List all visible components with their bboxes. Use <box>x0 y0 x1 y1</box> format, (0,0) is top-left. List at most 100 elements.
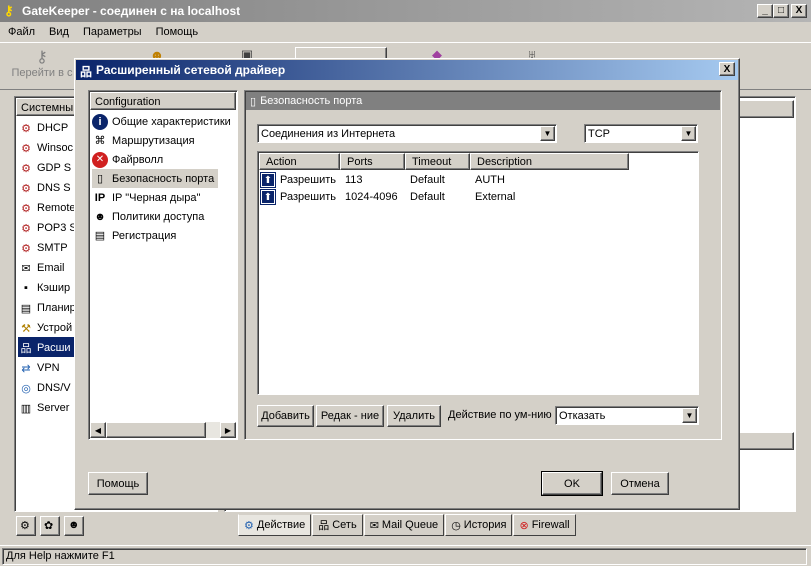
section-title: ▯ Безопасность порта <box>246 92 720 110</box>
pop3-icon: ⚙ <box>21 222 31 235</box>
column-header-ports[interactable]: Ports <box>340 153 405 170</box>
maximize-button[interactable]: □ <box>773 4 789 18</box>
key-icon: ⚷ <box>36 49 48 66</box>
config-tree-header[interactable]: Configuration <box>90 92 236 110</box>
help-button[interactable]: Помощь <box>88 472 148 495</box>
row-action: Разрешить <box>280 173 336 186</box>
envelope-icon: ✉ <box>21 262 31 275</box>
network-icon: ✿ <box>44 520 54 532</box>
network-icon: 品 <box>20 343 32 355</box>
devices-icon: ⚒ <box>21 322 31 335</box>
row-ports: 113 <box>345 173 363 186</box>
left-tab-network[interactable]: ✿ <box>40 516 60 536</box>
left-item-smtp[interactable]: ⚙ SMTP <box>18 238 68 258</box>
tab-action[interactable]: ⚙ Действие <box>238 514 312 536</box>
close-button[interactable]: X <box>791 4 807 18</box>
left-item-devices[interactable]: ⚒ Устрой <box>18 318 72 338</box>
column-header-description[interactable]: Description <box>470 153 629 170</box>
left-item-gdp[interactable]: ⚙ GDP S <box>18 158 71 178</box>
ip-icon: IP <box>94 191 106 204</box>
protocol-select[interactable]: TCP ▼ <box>584 124 698 143</box>
tab-network[interactable]: 品 Сеть <box>312 514 363 536</box>
firewall-icon: ⊗ <box>519 519 529 532</box>
dropdown-arrow-icon[interactable]: ▼ <box>681 126 696 141</box>
main-window-title: ⚷ GateKeeper - соединен с на localhost <box>0 0 811 22</box>
vpn-icon: ⇄ <box>21 362 31 375</box>
table-row[interactable]: ⬆ Разрешить 113 Default AUTH <box>259 171 697 188</box>
arrow-up-icon: ⬆ <box>260 188 276 205</box>
tree-item-general[interactable]: i Общие характеристики <box>92 112 235 131</box>
tree-item-access-policy[interactable]: ☻ Политики доступа <box>92 207 235 226</box>
port-icon: ▯ <box>96 173 104 185</box>
tree-horizontal-scrollbar[interactable]: ◀ ▶ <box>90 422 236 438</box>
left-item-vpn[interactable]: ⇄ VPN <box>18 358 59 378</box>
left-item-extended[interactable]: 品 Расши <box>18 338 71 358</box>
tab-mail-queue[interactable]: ✉ Mail Queue <box>363 514 445 536</box>
tree-item-routing[interactable]: ⌘ Маршрутизация <box>92 131 235 150</box>
left-item-winsock[interactable]: ⚙ Winsoc <box>18 138 73 158</box>
right-panel-lower-header <box>738 432 794 450</box>
user-icon: ☻ <box>94 210 106 223</box>
tree-item-port-security[interactable]: ▯ Безопасность порта <box>92 169 235 188</box>
dialog-close-button[interactable]: X <box>719 62 735 76</box>
edit-button[interactable]: Редак - ние <box>316 405 384 427</box>
port-icon: ▯ <box>250 95 257 108</box>
toolbar-goto-label: Перейти в с <box>11 67 73 79</box>
clock-icon: ◷ <box>451 519 461 532</box>
left-item-scheduler[interactable]: ▤ Планир <box>18 298 76 318</box>
globe-icon: ◎ <box>21 382 31 395</box>
left-item-dhcp[interactable]: ⚙ DHCP <box>18 118 68 138</box>
left-item-cache[interactable]: ▪ Кэшир <box>18 278 70 298</box>
scroll-right-arrow-icon[interactable]: ▶ <box>220 422 236 438</box>
tab-history[interactable]: ◷ История <box>445 514 513 536</box>
connection-select[interactable]: Соединения из Интернета ▼ <box>257 124 557 143</box>
tree-item-logging[interactable]: ▤ Регистрация <box>92 226 235 245</box>
menu-file[interactable]: Файл <box>8 26 35 38</box>
left-item-email[interactable]: ✉ Email <box>18 258 64 278</box>
column-header-timeout[interactable]: Timeout <box>405 153 470 170</box>
dropdown-arrow-icon[interactable]: ▼ <box>682 408 697 423</box>
dhcp-icon: ⚙ <box>21 122 31 135</box>
left-item-dns[interactable]: ⚙ DNS S <box>18 178 71 198</box>
tree-item-firewall[interactable]: ✕ Файрволл <box>92 150 235 169</box>
cancel-button[interactable]: Отмена <box>611 472 669 495</box>
minimize-button[interactable]: _ <box>757 4 773 18</box>
network-icon: 品 <box>318 520 330 532</box>
routing-icon: ⌘ <box>94 135 106 147</box>
left-item-server[interactable]: ▥ Server <box>18 398 70 418</box>
delete-button[interactable]: Удалить <box>387 405 441 427</box>
key-icon: ⚷ <box>4 3 14 18</box>
dropdown-arrow-icon[interactable]: ▼ <box>540 126 555 141</box>
tree-item-ip-blackhole[interactable]: IP IP "Черная дыра" <box>92 188 235 207</box>
left-tab-servers[interactable]: ⚙ <box>16 516 36 536</box>
status-text: Для Help нажмите F1 <box>6 550 115 562</box>
scroll-thumb[interactable] <box>106 422 206 438</box>
menu-help[interactable]: Помощь <box>156 26 199 38</box>
arrow-up-icon: ⬆ <box>260 171 276 188</box>
main-window-title-text: GateKeeper - соединен с на localhost <box>22 4 241 18</box>
ok-button[interactable]: OK <box>541 471 603 496</box>
firewall-icon: ✕ <box>92 151 108 168</box>
tab-firewall[interactable]: ⊗ Firewall <box>513 514 576 536</box>
calendar-icon: ▤ <box>20 302 32 315</box>
column-header-action[interactable]: Action <box>259 153 340 170</box>
table-row[interactable]: ⬆ Разрешить 1024-4096 Default External <box>259 188 697 205</box>
network-icon: 品 <box>80 65 93 79</box>
row-action: Разрешить <box>280 190 336 203</box>
status-bar: Для Help нажмите F1 <box>0 545 811 566</box>
menu-view[interactable]: Вид <box>49 26 69 38</box>
add-button[interactable]: Добавить <box>257 405 314 427</box>
row-ports: 1024-4096 <box>345 190 398 203</box>
remote-icon: ⚙ <box>21 202 31 215</box>
toolbar-goto-button[interactable]: ⚷ Перейти в с <box>8 47 76 87</box>
left-item-remote[interactable]: ⚙ Remote <box>18 198 75 218</box>
left-item-dnsv[interactable]: ◎ DNS/V <box>18 378 70 398</box>
left-item-pop3[interactable]: ⚙ POP3 S <box>18 218 77 238</box>
dns-icon: ⚙ <box>21 182 31 195</box>
row-timeout: Default <box>410 173 445 186</box>
scroll-left-arrow-icon[interactable]: ◀ <box>90 422 106 438</box>
menu-settings[interactable]: Параметры <box>83 26 142 38</box>
left-tab-users[interactable]: ☻ <box>64 516 84 536</box>
default-action-select[interactable]: Отказать ▼ <box>555 406 699 425</box>
menu-bar: Файл Вид Параметры Помощь <box>0 22 811 42</box>
